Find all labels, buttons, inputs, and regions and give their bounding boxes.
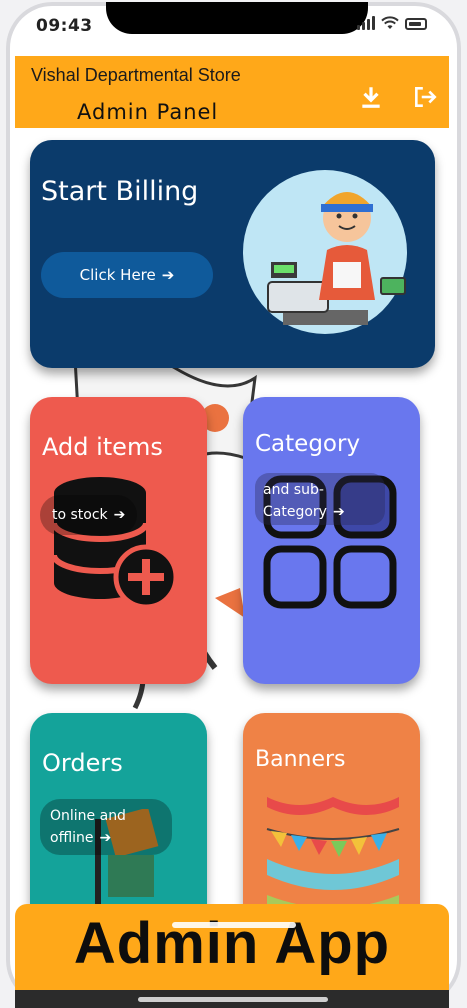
arrow-right-icon: ➔ (113, 507, 126, 523)
admin-app-banner-text: Admin App (73, 911, 391, 976)
status-time: 09:43 (36, 16, 93, 36)
notch (106, 2, 368, 34)
wifi-icon (381, 16, 399, 29)
logout-icon[interactable] (412, 84, 438, 110)
banners-card[interactable]: Banners (243, 713, 420, 908)
admin-app-banner: Admin App (15, 904, 449, 990)
add-items-title: Add items (42, 433, 163, 461)
bottom-home-indicator (138, 997, 328, 1002)
orders-card[interactable]: Orders Online and offline ➔ (30, 713, 207, 908)
database-add-icon (51, 477, 178, 610)
battery-icon (405, 18, 427, 30)
orders-subtitle-line2: offline (50, 830, 94, 846)
arrow-right-icon: ➔ (161, 266, 175, 284)
orders-title: Orders (42, 749, 123, 777)
arrow-right-icon: ➔ (332, 504, 345, 520)
cashier-illustration (243, 170, 407, 334)
arrow-right-icon: ➔ (99, 830, 112, 846)
add-items-card[interactable]: Add items to stock ➔ (30, 397, 207, 684)
category-title: Category (255, 431, 361, 457)
bunting-banner-icon (266, 797, 400, 908)
start-billing-title: Start Billing (41, 176, 199, 207)
orders-subtitle-line1: Online and (50, 808, 126, 824)
start-billing-card[interactable]: Start Billing Click Here ➔ (30, 140, 435, 368)
status-icons (357, 16, 427, 30)
home-indicator (172, 922, 296, 928)
click-here-button[interactable]: Click Here ➔ (41, 252, 213, 298)
banners-title: Banners (255, 747, 346, 772)
add-items-subtitle: to stock (52, 507, 108, 523)
category-subtitle-line1: and sub- (263, 482, 324, 498)
signal-icon (357, 16, 375, 30)
dashboard-content: Start Billing Click Here ➔ Add items to … (15, 128, 449, 908)
download-icon[interactable] (358, 84, 384, 110)
screen: 09:43 Vishal Departmental Store Admin Pa… (0, 0, 467, 1008)
category-subtitle-line2: Category (263, 504, 327, 520)
orders-subtitle-chip: Online and offline ➔ (40, 799, 172, 855)
click-here-label: Click Here (79, 266, 156, 284)
app-bar: Vishal Departmental Store Admin Panel (15, 56, 449, 128)
page-title: Admin Panel (77, 100, 219, 124)
store-name: Vishal Departmental Store (31, 65, 241, 85)
add-items-subtitle-chip: to stock ➔ (40, 495, 138, 535)
category-subtitle-chip: and sub- Category ➔ (255, 473, 385, 525)
category-card[interactable]: Category and sub- Category ➔ (243, 397, 420, 684)
